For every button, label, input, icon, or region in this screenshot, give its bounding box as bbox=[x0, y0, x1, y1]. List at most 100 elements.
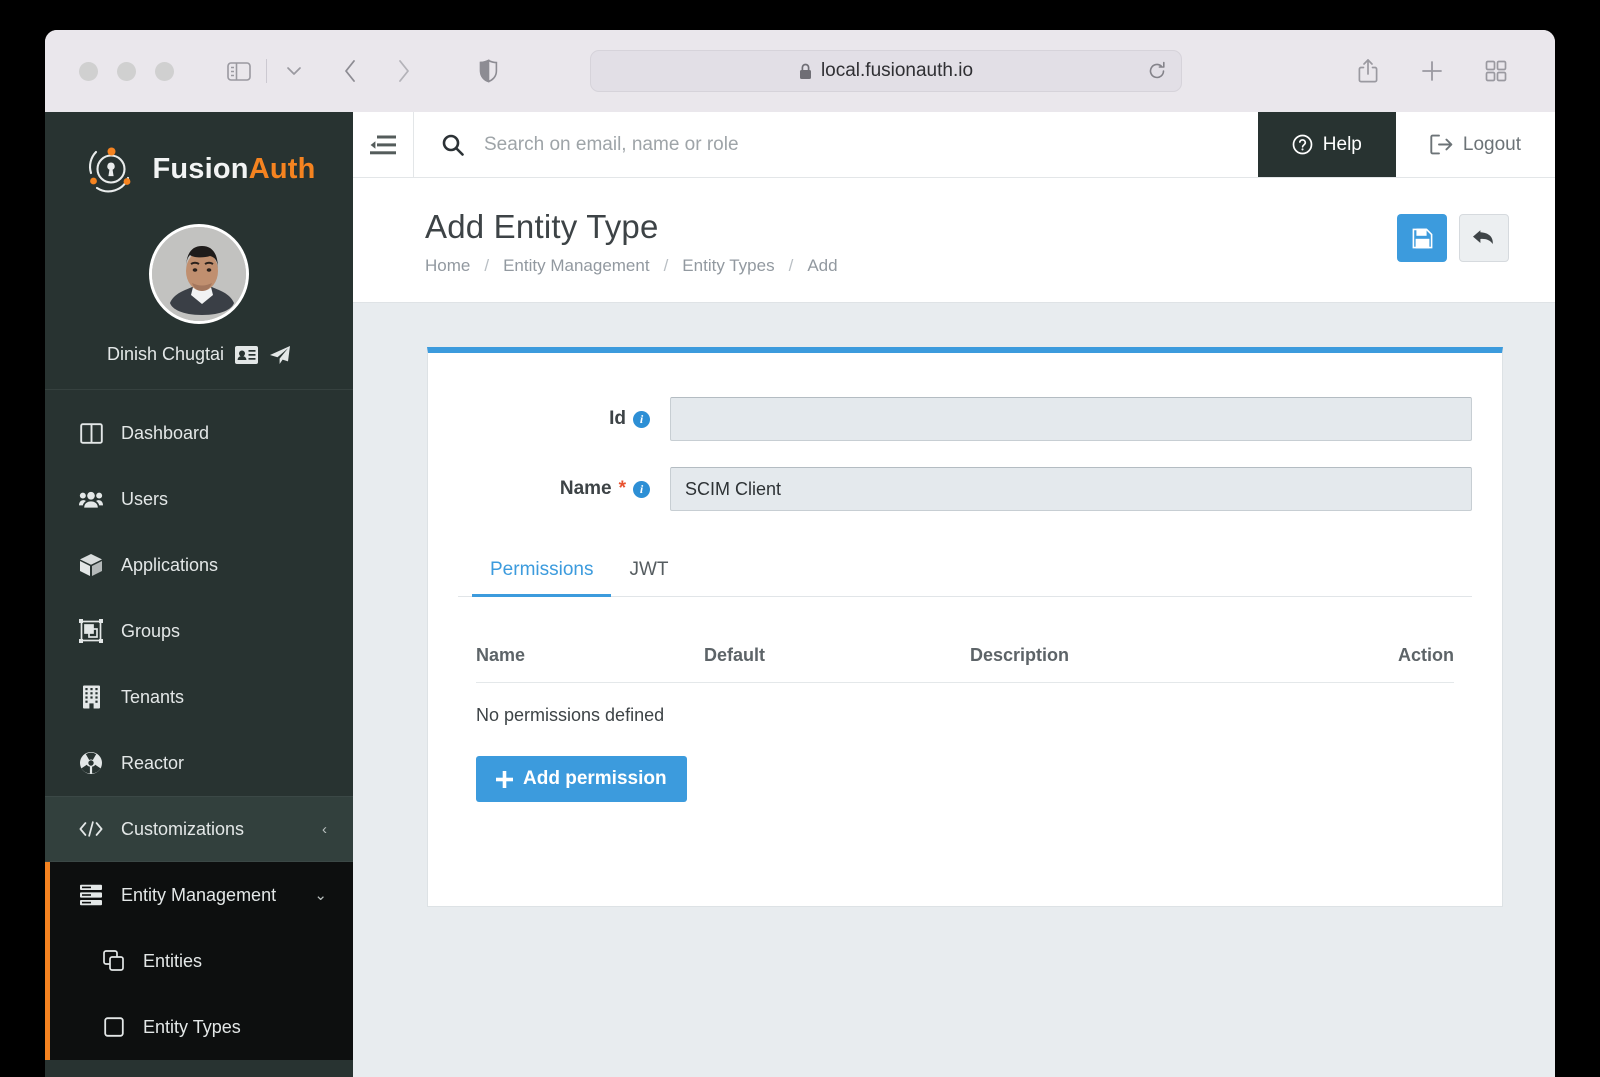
id-label-text: Id bbox=[609, 408, 626, 429]
table-empty-message: No permissions defined bbox=[476, 705, 665, 725]
id-field-label: Id i bbox=[458, 408, 670, 430]
save-button[interactable] bbox=[1397, 214, 1447, 262]
tab-permissions[interactable]: Permissions bbox=[472, 549, 612, 597]
logout-button[interactable]: Logout bbox=[1395, 112, 1555, 177]
tab-jwt[interactable]: JWT bbox=[611, 549, 686, 597]
url-text: local.fusionauth.io bbox=[799, 60, 973, 82]
forward-arrow-icon[interactable] bbox=[387, 54, 421, 88]
copy-icon bbox=[103, 950, 125, 972]
save-floppy-icon bbox=[1412, 228, 1433, 249]
form-row-id: Id i bbox=[458, 397, 1472, 441]
chevron-down-icon[interactable]: ⌄ bbox=[314, 886, 327, 904]
share-icon[interactable] bbox=[1351, 54, 1385, 88]
groups-icon bbox=[79, 619, 103, 643]
code-icon bbox=[79, 820, 103, 838]
breadcrumb-separator: / bbox=[484, 256, 490, 275]
name-label-text: Name bbox=[559, 478, 612, 499]
application: FusionAuth Dinish Chugtai Dashboard User… bbox=[45, 112, 1555, 1077]
required-asterisk: * bbox=[618, 478, 626, 499]
search-input[interactable]: Search on email, name or role bbox=[414, 112, 1258, 177]
page-title: Add Entity Type bbox=[425, 208, 659, 245]
back-arrow-icon[interactable] bbox=[333, 54, 367, 88]
dashboard-icon bbox=[79, 422, 103, 444]
sidebar: FusionAuth Dinish Chugtai Dashboard User… bbox=[45, 112, 353, 1077]
sidebar-item-entity-management[interactable]: Entity Management ⌄ bbox=[45, 862, 353, 928]
brand-logo[interactable]: FusionAuth bbox=[45, 112, 353, 216]
sidebar-toggle-icon[interactable] bbox=[222, 54, 256, 88]
sidebar-item-entities[interactable]: Entities bbox=[50, 928, 353, 994]
close-button[interactable] bbox=[79, 61, 98, 81]
sidebar-item-label: Applications bbox=[121, 554, 219, 575]
server-icon bbox=[79, 884, 103, 906]
form-row-name: Name * i SCIM Client bbox=[458, 467, 1472, 511]
breadcrumb-item-home[interactable]: Home bbox=[425, 256, 470, 276]
plus-icon[interactable] bbox=[1415, 54, 1449, 88]
sidebar-item-users[interactable]: Users bbox=[45, 466, 353, 532]
sidebar-item-groups[interactable]: Groups bbox=[45, 598, 353, 664]
topbar: Search on email, name or role Help Logou… bbox=[353, 112, 1555, 178]
column-header-default: Default bbox=[704, 645, 766, 665]
id-card-icon[interactable] bbox=[235, 345, 259, 364]
name-field[interactable]: SCIM Client bbox=[670, 467, 1472, 511]
brand-text: FusionAuth bbox=[152, 153, 315, 186]
sidebar-menu-chevron-down-icon[interactable] bbox=[277, 54, 311, 88]
tab-overview-icon[interactable] bbox=[1479, 54, 1513, 88]
sidebar-item-tenants[interactable]: Tenants bbox=[45, 664, 353, 730]
breadcrumb-item-entity-types[interactable]: Entity Types bbox=[682, 256, 774, 276]
square-icon bbox=[103, 1017, 125, 1037]
sidebar-item-reactor[interactable]: Reactor bbox=[45, 730, 353, 796]
brand-auth: Auth bbox=[248, 152, 316, 185]
window-controls[interactable] bbox=[79, 61, 174, 81]
chevron-left-icon[interactable]: ‹ bbox=[322, 821, 327, 838]
maximize-button[interactable] bbox=[155, 61, 174, 81]
toolbar-divider bbox=[266, 59, 267, 83]
column-header-action: Action bbox=[1398, 645, 1454, 665]
permissions-table: Name Default Description Action No permi… bbox=[458, 645, 1472, 726]
info-icon[interactable]: i bbox=[633, 480, 650, 498]
plus-icon bbox=[496, 770, 513, 788]
address-bar[interactable]: local.fusionauth.io bbox=[590, 50, 1182, 92]
breadcrumb-item-entity-management[interactable]: Entity Management bbox=[503, 256, 649, 276]
sidebar-submenu-entity-management: Entities Entity Types bbox=[45, 928, 353, 1060]
tab-bar: Permissions JWT bbox=[458, 549, 1472, 597]
undo-arrow-icon bbox=[1472, 228, 1496, 248]
name-field-value: SCIM Client bbox=[685, 478, 782, 499]
sidebar-item-label: Entity Management bbox=[121, 884, 277, 905]
add-permission-label: Add permission bbox=[523, 768, 667, 789]
help-button[interactable]: Help bbox=[1257, 112, 1396, 177]
sidebar-item-label: Customizations bbox=[121, 818, 245, 839]
column-header-name: Name bbox=[476, 645, 526, 665]
sidebar-subitem-label: Entity Types bbox=[143, 1016, 241, 1037]
id-field[interactable] bbox=[670, 397, 1472, 441]
username: Dinish Chugtai bbox=[106, 344, 225, 364]
hamburger-icon[interactable] bbox=[353, 112, 414, 177]
column-header-description: Description bbox=[970, 645, 1070, 665]
user-profile-row[interactable]: Dinish Chugtai bbox=[45, 344, 353, 390]
shield-icon[interactable] bbox=[479, 59, 498, 83]
browser-toolbar: local.fusionauth.io bbox=[45, 30, 1555, 112]
fusionauth-logo-icon bbox=[89, 147, 131, 193]
reload-icon[interactable] bbox=[1147, 61, 1167, 81]
sidebar-item-label: Dashboard bbox=[121, 422, 210, 443]
sidebar-nav: Dashboard Users Applications Groups Tena… bbox=[45, 390, 353, 1060]
sidebar-item-applications[interactable]: Applications bbox=[45, 532, 353, 598]
sidebar-item-label: Tenants bbox=[121, 686, 185, 707]
sidebar-item-entity-types[interactable]: Entity Types bbox=[50, 994, 353, 1060]
search-icon bbox=[442, 134, 464, 156]
add-permission-button[interactable]: Add permission bbox=[476, 756, 687, 802]
page-header: Add Entity Type Home / Entity Management… bbox=[353, 178, 1555, 303]
sidebar-item-label: Users bbox=[121, 488, 169, 509]
sidebar-item-dashboard[interactable]: Dashboard bbox=[45, 400, 353, 466]
sidebar-item-label: Reactor bbox=[121, 752, 185, 773]
sidebar-item-customizations[interactable]: Customizations ‹ bbox=[45, 796, 353, 862]
avatar[interactable] bbox=[149, 224, 249, 324]
paper-plane-icon[interactable] bbox=[269, 345, 291, 365]
table-header-row: Name Default Description Action bbox=[476, 645, 1454, 683]
minimize-button[interactable] bbox=[117, 61, 136, 81]
back-button[interactable] bbox=[1459, 214, 1509, 262]
sign-out-icon bbox=[1430, 134, 1453, 155]
breadcrumb-item-add[interactable]: Add bbox=[807, 256, 837, 276]
url-hostname: local.fusionauth.io bbox=[820, 60, 974, 81]
breadcrumb: Home / Entity Management / Entity Types … bbox=[425, 256, 1397, 276]
info-icon[interactable]: i bbox=[633, 410, 650, 428]
